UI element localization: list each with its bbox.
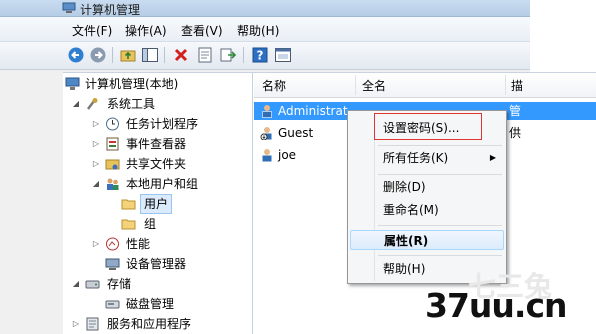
expanded-arrow-icon[interactable]: ◢ [71,95,81,113]
column-divider[interactable] [355,75,356,95]
user-name: joe [278,148,297,162]
svg-text:?: ? [257,49,264,63]
performance-icon [106,237,119,251]
toolbar-separator [243,47,244,63]
help-icon[interactable]: ? [251,46,269,64]
menu-item-label: 属性(R) [384,234,429,248]
menu-item-label: 所有任务(K) [383,151,449,165]
tree-label: 磁盘管理 [126,297,175,311]
menu-help[interactable]: 帮助(H) [237,22,279,39]
menu-item-label: 帮助(H) [383,262,426,276]
tools-icon [87,98,98,110]
tree-label: 性能 [126,237,151,251]
back-arrow-icon[interactable] [67,46,85,64]
console-icon[interactable] [274,46,292,64]
tree-label: 系统工具 [107,97,156,111]
menu-separator [378,145,502,146]
column-header: 名称 全名 描 [254,73,596,98]
collapsed-arrow-icon[interactable]: ▷ [91,135,101,153]
title-bar: 计算机管理 [0,0,530,17]
menu-item-delete[interactable]: 删除(D) [350,177,504,197]
tree-label: 用户 [139,194,173,214]
shared-folder-icon [105,159,120,170]
menu-bar: 文件(F) 操作(A) 查看(V) 帮助(H) [0,17,530,42]
menu-separator [378,174,502,175]
menu-action[interactable]: 操作(A) [125,22,167,39]
highlight-annotation-box [374,113,482,140]
column-description[interactable]: 描 [511,77,523,94]
tree-label: 计算机管理(本地) [85,77,179,91]
menu-item-all-tasks[interactable]: 所有任务(K) ▶ [350,148,504,168]
menu-separator [378,255,502,256]
column-fullname[interactable]: 全名 [362,77,386,94]
collapsed-arrow-icon[interactable]: ▷ [91,115,101,133]
column-name[interactable]: 名称 [262,77,286,94]
tree-label: 任务计划程序 [126,117,199,131]
expanded-arrow-icon[interactable]: ◢ [71,275,81,293]
storage-icon [85,280,100,289]
up-folder-icon[interactable] [119,46,137,64]
submenu-arrow-icon: ▶ [489,153,496,162]
user-name: Guest [278,126,314,140]
collapsed-arrow-icon[interactable]: ▷ [91,155,101,173]
services-icon [86,317,99,331]
user-description: 供 [509,126,522,140]
tree-label: 事件查看器 [126,137,187,151]
tree-label: 共享文件夹 [126,157,187,171]
menu-view[interactable]: 查看(V) [181,22,223,39]
window-title: 计算机管理 [80,3,141,17]
menu-separator [378,225,502,226]
column-divider[interactable] [505,75,506,95]
tree-label: 设备管理器 [126,257,187,271]
properties-icon[interactable] [196,46,214,64]
tree-label: 本地用户和组 [126,177,199,191]
toolbar-separator [164,47,165,63]
computer-management-icon [62,2,76,13]
folder-icon [121,199,136,210]
user-icon [262,149,272,162]
disabled-user-icon [260,127,272,140]
event-viewer-icon [106,137,119,151]
disk-icon [105,300,120,309]
export-icon[interactable] [219,46,237,64]
delete-icon[interactable] [172,46,190,64]
computer-icon [65,77,80,90]
show-hide-tree-icon[interactable] [141,46,159,64]
tree-label: 组 [144,217,157,231]
toolbar: ? [0,42,530,70]
expanded-arrow-icon[interactable]: ◢ [91,175,101,193]
clock-icon [106,117,119,131]
folder-icon [121,219,136,230]
collapsed-arrow-icon[interactable]: ▷ [91,235,101,253]
device-manager-icon [105,258,120,270]
tree-label: 存储 [107,277,132,291]
menu-item-properties[interactable]: 属性(R) [350,230,504,250]
menu-item-rename[interactable]: 重命名(M) [350,200,504,220]
forward-arrow-icon[interactable] [89,46,107,64]
watermark-text: 37uu.cn [425,286,567,325]
collapsed-arrow-icon[interactable]: ▷ [71,315,81,333]
users-group-icon [107,178,119,190]
menu-file[interactable]: 文件(F) [72,22,112,39]
tree-label: 服务和应用程序 [107,317,192,331]
user-icon [262,105,272,118]
console-tree: 计算机管理(本地) ◢ 系统工具 ▷ 任务计划程序 ▷ 事件查看器 ▷ 共享文件… [63,73,253,334]
toolbar-separator [112,47,113,63]
menu-item-label: 重命名(M) [383,203,439,217]
user-description: 管 [509,104,522,118]
menu-item-label: 删除(D) [383,180,426,194]
